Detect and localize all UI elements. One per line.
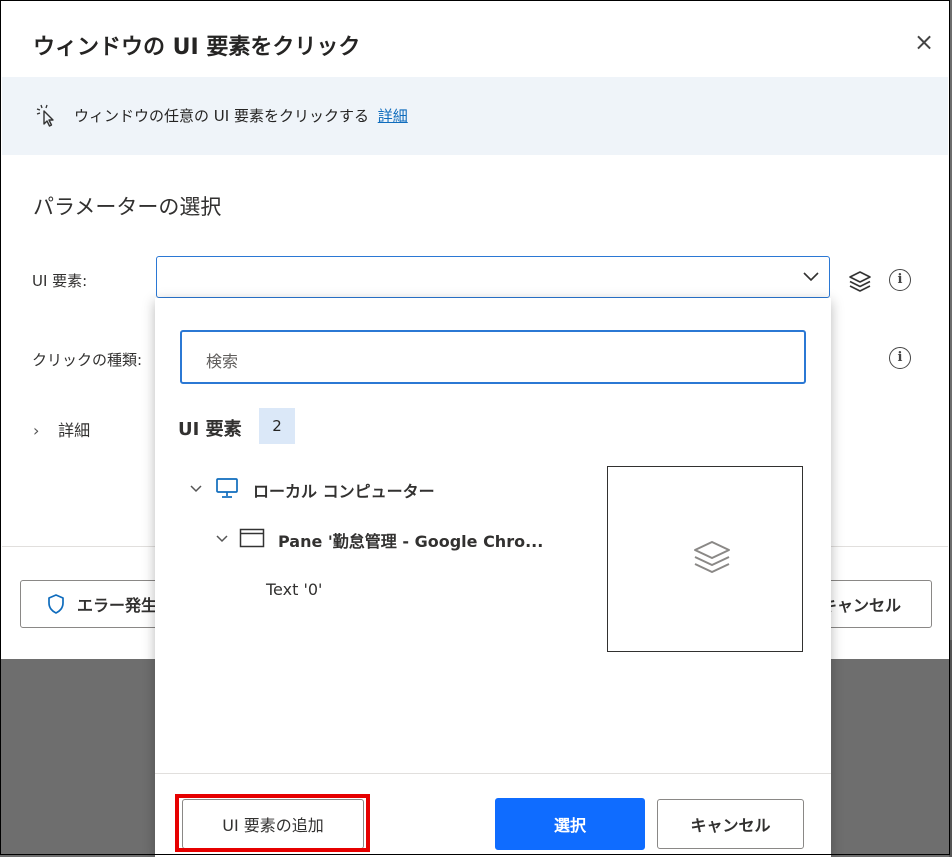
info-banner: ウィンドウの任意の UI 要素をクリックする 詳細 <box>2 77 948 155</box>
banner-description: ウィンドウの任意の UI 要素をクリックする <box>74 107 369 125</box>
window-icon <box>239 528 265 548</box>
select-button[interactable]: 選択 <box>495 798 645 850</box>
ui-element-picker-dropdown: 検索 UI 要素 2 ローカル コンピューター Pane '勤怠管理 - Goo… <box>155 298 831 857</box>
layers-icon <box>694 541 730 573</box>
details-label: 詳細 <box>58 421 91 440</box>
info-icon[interactable]: i <box>889 269 911 291</box>
add-ui-element-button[interactable]: UI 要素の追加 <box>182 799 364 849</box>
ui-elements-count-badge: 2 <box>259 408 295 444</box>
ui-elements-header: UI 要素 <box>178 419 242 440</box>
tree-item-label: ローカル コンピューター <box>253 482 435 501</box>
chevron-down-icon <box>216 535 228 543</box>
search-input[interactable]: 検索 <box>180 330 806 384</box>
click-type-label: クリックの種類: <box>32 351 143 369</box>
tree-item-label: Pane '勤怠管理 - Google Chro... <box>278 532 544 551</box>
search-placeholder: 検索 <box>206 352 239 371</box>
error-handling-button[interactable]: エラー発生 <box>20 580 170 628</box>
details-link[interactable]: 詳細 <box>378 107 408 125</box>
error-button-label: エラー発生 <box>77 596 158 615</box>
section-title: パラメーターの選択 <box>33 195 222 219</box>
chevron-down-icon <box>803 272 819 282</box>
cursor-click-icon <box>36 104 54 127</box>
ui-element-label: UI 要素: <box>32 272 88 290</box>
tree-item-text[interactable]: Text '0' <box>266 580 322 599</box>
element-preview <box>607 466 803 652</box>
shield-icon <box>48 594 64 614</box>
chevron-down-icon <box>190 485 202 493</box>
layers-icon[interactable] <box>847 269 873 295</box>
chevron-right-icon: › <box>33 421 40 440</box>
computer-icon <box>216 478 238 498</box>
dropdown-divider <box>155 773 831 774</box>
dialog-title: ウィンドウの UI 要素をクリック <box>33 35 361 60</box>
info-icon[interactable]: i <box>889 347 911 369</box>
details-expander[interactable]: › 詳細 <box>33 417 90 441</box>
banner-text: ウィンドウの任意の UI 要素をクリックする 詳細 <box>74 105 408 126</box>
dropdown-cancel-button[interactable]: キャンセル <box>657 799 804 849</box>
close-icon[interactable]: × <box>909 27 939 57</box>
ui-element-select[interactable] <box>156 256 830 298</box>
